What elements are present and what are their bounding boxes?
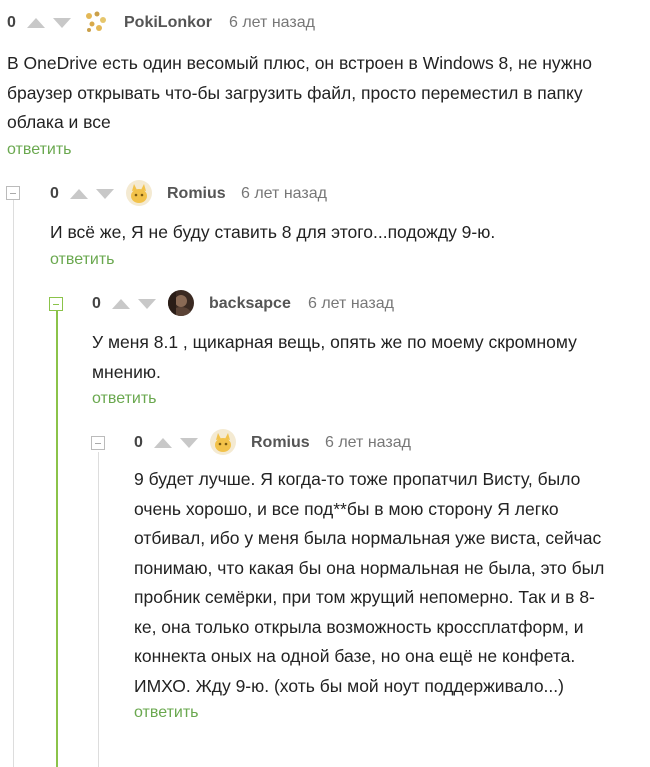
photo-avatar-icon[interactable] bbox=[168, 290, 194, 316]
comment-time[interactable]: 6 лет назад bbox=[325, 434, 411, 452]
comment-rating: 0 bbox=[92, 295, 101, 312]
comment-header: 0 Romius 6 лет назад bbox=[134, 428, 634, 458]
comment: 0 backsapce 6 лет назад У меня 8.1 , щик… bbox=[92, 289, 642, 408]
thread-line-level2 bbox=[56, 311, 58, 767]
comment-rating: 0 bbox=[7, 14, 16, 31]
comment-time[interactable]: 6 лет назад bbox=[241, 185, 327, 203]
vote-down-icon[interactable] bbox=[96, 189, 114, 199]
comment-rating: 0 bbox=[50, 185, 59, 202]
collapse-toggle[interactable] bbox=[6, 186, 20, 200]
thread-line-level1 bbox=[13, 199, 14, 767]
comment-text: И всё же, Я не буду ставить 8 для этого.… bbox=[50, 222, 496, 242]
comment-author[interactable]: PokiLonkor bbox=[124, 14, 212, 32]
collapse-toggle[interactable] bbox=[91, 436, 105, 450]
vote-down-icon[interactable] bbox=[53, 18, 71, 28]
comment-text: В OneDrive есть один весомый плюс, он вс… bbox=[7, 53, 592, 132]
comment-text: У меня 8.1 , щикарная вещь, опять же по … bbox=[92, 332, 577, 382]
comment-text: 9 будет лучше. Я когда-то тоже пропатчил… bbox=[134, 469, 605, 696]
comment: 0 Romius 6 лет назад 9 будет лучше. Я ко… bbox=[134, 428, 634, 722]
comment-author[interactable]: Romius bbox=[167, 185, 226, 203]
reply-link[interactable]: ответить bbox=[92, 390, 642, 408]
collapse-toggle[interactable] bbox=[49, 297, 63, 311]
reply-link[interactable]: ответить bbox=[7, 141, 637, 159]
comment: 0 PokiLonkor 6 лет назад В OneDrive есть… bbox=[7, 8, 637, 159]
vote-up-icon[interactable] bbox=[154, 438, 172, 448]
cat-avatar-icon[interactable] bbox=[210, 429, 236, 455]
comment-time[interactable]: 6 лет назад bbox=[308, 295, 394, 313]
reply-link[interactable]: ответить bbox=[50, 251, 640, 269]
cat-avatar-icon[interactable] bbox=[126, 180, 152, 206]
comment-author[interactable]: backsapce bbox=[209, 295, 291, 313]
vote-down-icon[interactable] bbox=[138, 299, 156, 309]
comment-header: 0 backsapce 6 лет назад bbox=[92, 289, 642, 319]
comment-header: 0 PokiLonkor 6 лет назад bbox=[7, 8, 637, 38]
comment-time[interactable]: 6 лет назад bbox=[229, 14, 315, 32]
comment-author[interactable]: Romius bbox=[251, 434, 310, 452]
reply-link[interactable]: ответить bbox=[134, 704, 634, 722]
vote-up-icon[interactable] bbox=[70, 189, 88, 199]
pattern-avatar-icon[interactable] bbox=[83, 9, 109, 35]
vote-up-icon[interactable] bbox=[27, 18, 45, 28]
comment-rating: 0 bbox=[134, 434, 143, 451]
vote-down-icon[interactable] bbox=[180, 438, 198, 448]
comment: 0 Romius 6 лет назад И всё же, Я не буду… bbox=[50, 179, 640, 269]
thread-line-level3 bbox=[98, 452, 99, 767]
vote-up-icon[interactable] bbox=[112, 299, 130, 309]
comment-header: 0 Romius 6 лет назад bbox=[50, 179, 640, 209]
